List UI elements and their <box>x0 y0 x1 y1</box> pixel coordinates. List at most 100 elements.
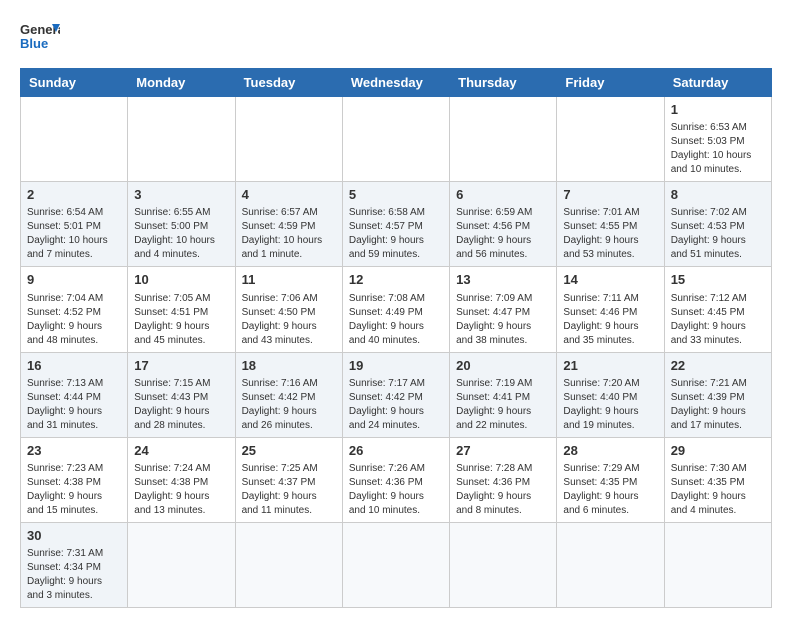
calendar-week-row: 30 Sunrise: 7:31 AM Sunset: 4:34 PM Dayli… <box>21 522 772 607</box>
day-number: 16 <box>27 357 121 375</box>
day-info: Sunrise: 7:29 AM Sunset: 4:35 PM Dayligh… <box>563 462 657 518</box>
calendar-cell: 21Sunrise: 7:20 AM Sunset: 4:40 PM Dayli… <box>557 352 664 437</box>
calendar-cell: 22Sunrise: 7:21 AM Sunset: 4:39 PM Dayli… <box>664 352 771 437</box>
calendar-cell <box>664 522 771 607</box>
calendar-cell <box>557 522 664 607</box>
day-info: Sunrise: 7:08 AM Sunset: 4:49 PM Dayligh… <box>349 292 443 348</box>
calendar-cell: 24 Sunrise: 7:24 AM Sunset: 4:38 PM Dayli… <box>128 437 235 522</box>
day-number: 1 <box>671 101 765 119</box>
day-info: Sunrise: 7:31 AM Sunset: 4:34 PM Dayligh… <box>27 547 121 603</box>
day-number: 7 <box>563 186 657 204</box>
calendar-week-row: 1Sunrise: 6:53 AM Sunset: 5:03 PM Daylig… <box>21 97 772 182</box>
day-info: Sunrise: 7:11 AM Sunset: 4:46 PM Dayligh… <box>563 292 657 348</box>
svg-text:Blue: Blue <box>20 36 48 51</box>
calendar-cell: 30 Sunrise: 7:31 AM Sunset: 4:34 PM Dayli… <box>21 522 128 607</box>
day-number: 8 <box>671 186 765 204</box>
calendar-cell: 6Sunrise: 6:59 AM Sunset: 4:56 PM Daylig… <box>450 182 557 267</box>
calendar-cell: 11 Sunrise: 7:06 AM Sunset: 4:50 PM Dayli… <box>235 267 342 352</box>
day-number: 14 <box>563 271 657 289</box>
calendar-cell: 19 Sunrise: 7:17 AM Sunset: 4:42 PM Dayli… <box>342 352 449 437</box>
calendar-cell <box>450 97 557 182</box>
calendar-cell: 20 Sunrise: 7:19 AM Sunset: 4:41 PM Dayli… <box>450 352 557 437</box>
day-header-saturday: Saturday <box>664 69 771 97</box>
calendar-cell: 23Sunrise: 7:23 AM Sunset: 4:38 PM Dayli… <box>21 437 128 522</box>
calendar-cell <box>450 522 557 607</box>
day-number: 5 <box>349 186 443 204</box>
day-number: 18 <box>242 357 336 375</box>
calendar-cell: 15Sunrise: 7:12 AM Sunset: 4:45 PM Dayli… <box>664 267 771 352</box>
calendar-cell: 16 Sunrise: 7:13 AM Sunset: 4:44 PM Dayli… <box>21 352 128 437</box>
calendar-cell: 3 Sunrise: 6:55 AM Sunset: 5:00 PM Daylig… <box>128 182 235 267</box>
day-info: Sunrise: 7:16 AM Sunset: 4:42 PM Dayligh… <box>242 377 336 433</box>
day-info: Sunrise: 7:19 AM Sunset: 4:41 PM Dayligh… <box>456 377 550 433</box>
calendar-cell: 10 Sunrise: 7:05 AM Sunset: 4:51 PM Dayli… <box>128 267 235 352</box>
day-info: Sunrise: 7:09 AM Sunset: 4:47 PM Dayligh… <box>456 292 550 348</box>
day-number: 20 <box>456 357 550 375</box>
day-number: 19 <box>349 357 443 375</box>
day-number: 3 <box>134 186 228 204</box>
calendar-cell <box>557 97 664 182</box>
calendar-cell: 12Sunrise: 7:08 AM Sunset: 4:49 PM Dayli… <box>342 267 449 352</box>
day-info: Sunrise: 6:55 AM Sunset: 5:00 PM Dayligh… <box>134 206 228 262</box>
calendar-cell: 18 Sunrise: 7:16 AM Sunset: 4:42 PM Dayli… <box>235 352 342 437</box>
day-number: 6 <box>456 186 550 204</box>
day-number: 30 <box>27 527 121 545</box>
calendar-cell: 4Sunrise: 6:57 AM Sunset: 4:59 PM Daylig… <box>235 182 342 267</box>
day-number: 29 <box>671 442 765 460</box>
day-header-friday: Friday <box>557 69 664 97</box>
day-header-tuesday: Tuesday <box>235 69 342 97</box>
day-header-monday: Monday <box>128 69 235 97</box>
day-info: Sunrise: 6:54 AM Sunset: 5:01 PM Dayligh… <box>27 206 121 262</box>
calendar-cell: 5 Sunrise: 6:58 AM Sunset: 4:57 PM Daylig… <box>342 182 449 267</box>
calendar-cell: 25Sunrise: 7:25 AM Sunset: 4:37 PM Dayli… <box>235 437 342 522</box>
calendar-cell: 9 Sunrise: 7:04 AM Sunset: 4:52 PM Daylig… <box>21 267 128 352</box>
day-info: Sunrise: 7:05 AM Sunset: 4:51 PM Dayligh… <box>134 292 228 348</box>
calendar-week-row: 23Sunrise: 7:23 AM Sunset: 4:38 PM Dayli… <box>21 437 772 522</box>
day-info: Sunrise: 7:02 AM Sunset: 4:53 PM Dayligh… <box>671 206 765 262</box>
calendar-week-row: 2 Sunrise: 6:54 AM Sunset: 5:01 PM Daylig… <box>21 182 772 267</box>
day-info: Sunrise: 6:57 AM Sunset: 4:59 PM Dayligh… <box>242 206 336 262</box>
day-number: 2 <box>27 186 121 204</box>
logo: General Blue <box>20 20 60 52</box>
calendar-cell: 17 Sunrise: 7:15 AM Sunset: 4:43 PM Dayli… <box>128 352 235 437</box>
calendar-week-row: 16 Sunrise: 7:13 AM Sunset: 4:44 PM Dayli… <box>21 352 772 437</box>
day-header-wednesday: Wednesday <box>342 69 449 97</box>
calendar-cell <box>342 97 449 182</box>
day-number: 17 <box>134 357 228 375</box>
day-number: 9 <box>27 271 121 289</box>
day-info: Sunrise: 7:28 AM Sunset: 4:36 PM Dayligh… <box>456 462 550 518</box>
day-number: 28 <box>563 442 657 460</box>
day-info: Sunrise: 7:17 AM Sunset: 4:42 PM Dayligh… <box>349 377 443 433</box>
day-info: Sunrise: 7:06 AM Sunset: 4:50 PM Dayligh… <box>242 292 336 348</box>
generalblue-logo-icon: General Blue <box>20 20 60 52</box>
day-number: 13 <box>456 271 550 289</box>
day-header-thursday: Thursday <box>450 69 557 97</box>
day-info: Sunrise: 7:24 AM Sunset: 4:38 PM Dayligh… <box>134 462 228 518</box>
day-info: Sunrise: 7:26 AM Sunset: 4:36 PM Dayligh… <box>349 462 443 518</box>
day-info: Sunrise: 7:30 AM Sunset: 4:35 PM Dayligh… <box>671 462 765 518</box>
day-info: Sunrise: 7:13 AM Sunset: 4:44 PM Dayligh… <box>27 377 121 433</box>
day-number: 22 <box>671 357 765 375</box>
calendar-table: SundayMondayTuesdayWednesdayThursdayFrid… <box>20 68 772 608</box>
day-info: Sunrise: 7:04 AM Sunset: 4:52 PM Dayligh… <box>27 292 121 348</box>
calendar-cell: 1Sunrise: 6:53 AM Sunset: 5:03 PM Daylig… <box>664 97 771 182</box>
calendar-cell: 8 Sunrise: 7:02 AM Sunset: 4:53 PM Daylig… <box>664 182 771 267</box>
calendar-cell <box>21 97 128 182</box>
calendar-cell: 14 Sunrise: 7:11 AM Sunset: 4:46 PM Dayli… <box>557 267 664 352</box>
calendar-cell <box>128 97 235 182</box>
day-info: Sunrise: 7:23 AM Sunset: 4:38 PM Dayligh… <box>27 462 121 518</box>
day-header-sunday: Sunday <box>21 69 128 97</box>
day-number: 26 <box>349 442 443 460</box>
day-number: 24 <box>134 442 228 460</box>
day-number: 11 <box>242 271 336 289</box>
day-info: Sunrise: 7:15 AM Sunset: 4:43 PM Dayligh… <box>134 377 228 433</box>
calendar-cell: 29 Sunrise: 7:30 AM Sunset: 4:35 PM Dayli… <box>664 437 771 522</box>
calendar-cell: 26 Sunrise: 7:26 AM Sunset: 4:36 PM Dayli… <box>342 437 449 522</box>
calendar-header-row: SundayMondayTuesdayWednesdayThursdayFrid… <box>21 69 772 97</box>
day-info: Sunrise: 6:58 AM Sunset: 4:57 PM Dayligh… <box>349 206 443 262</box>
calendar-cell: 2 Sunrise: 6:54 AM Sunset: 5:01 PM Daylig… <box>21 182 128 267</box>
day-number: 10 <box>134 271 228 289</box>
calendar-cell: 7Sunrise: 7:01 AM Sunset: 4:55 PM Daylig… <box>557 182 664 267</box>
calendar-week-row: 9 Sunrise: 7:04 AM Sunset: 4:52 PM Daylig… <box>21 267 772 352</box>
calendar-cell: 28 Sunrise: 7:29 AM Sunset: 4:35 PM Dayli… <box>557 437 664 522</box>
